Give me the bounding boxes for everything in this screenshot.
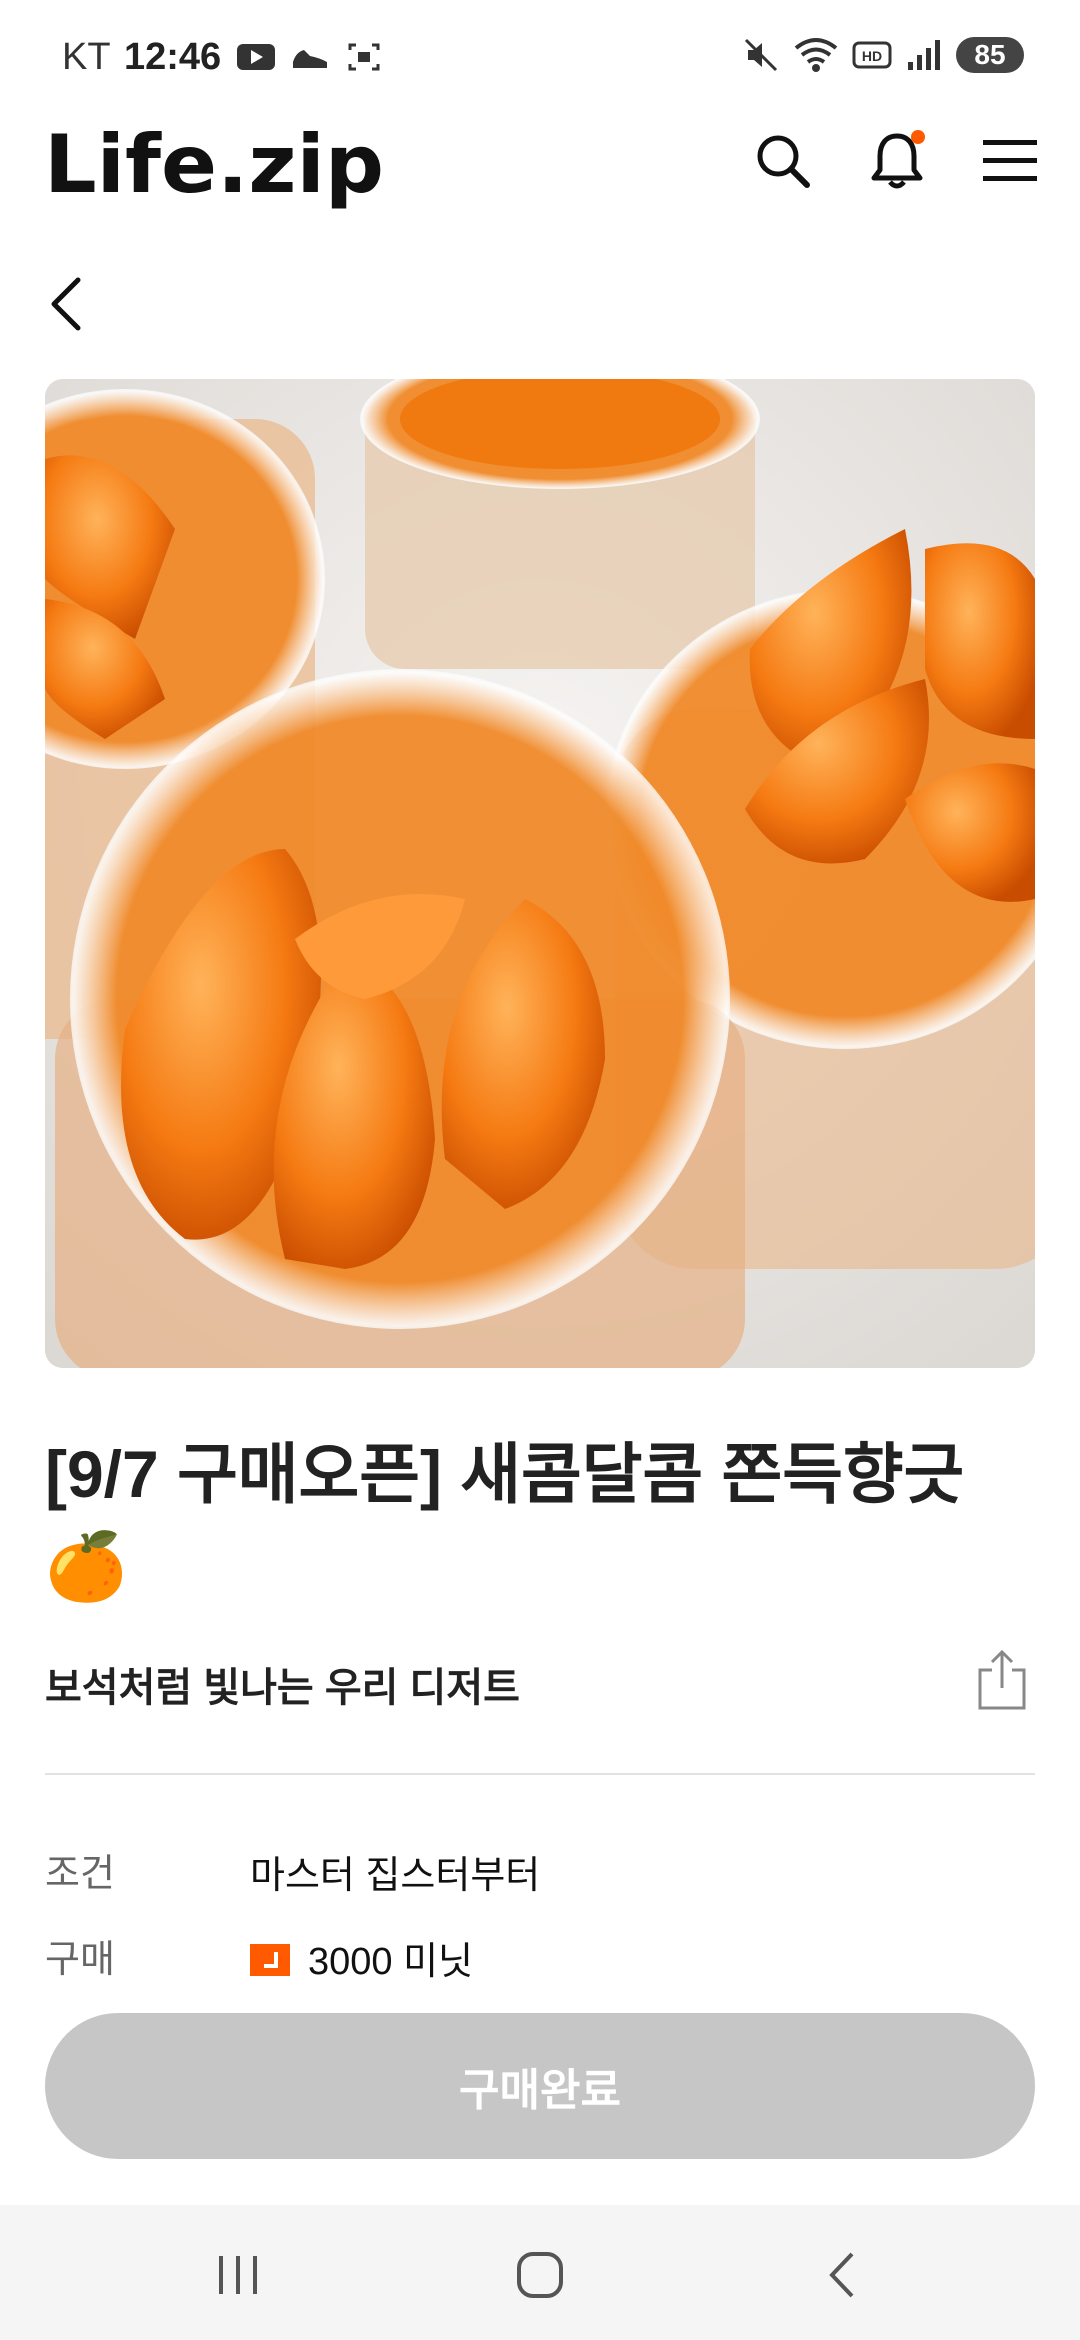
battery-indicator: 85 (956, 37, 1024, 73)
search-icon (757, 135, 810, 188)
purchase-complete-button[interactable]: 구매완료 (45, 2013, 1035, 2159)
price-value-wrap: 3000 미닛 (250, 1930, 473, 1985)
life-zip-logo[interactable]: Life.zip (44, 110, 390, 210)
recent-apps-icon (219, 2256, 257, 2294)
app-header: Life.zip (0, 110, 1080, 220)
share-icon (978, 1649, 1026, 1710)
chevron-left-icon (51, 277, 81, 331)
share-button[interactable] (972, 1648, 1032, 1712)
hamburger-menu-icon (983, 140, 1037, 181)
notification-button[interactable] (862, 126, 932, 196)
svg-text:Life.zip: Life.zip (44, 118, 384, 210)
condition-row: 조건 마스터 집스터부터 (45, 1842, 1035, 1902)
price-row: 구매 3000 미닛 (45, 1928, 1035, 1988)
svg-text:HD: HD (862, 48, 882, 64)
home-button[interactable] (500, 2245, 580, 2305)
system-back-button[interactable] (802, 2245, 882, 2305)
divider (45, 1773, 1035, 1775)
signal-icon (908, 40, 940, 70)
jar-back (360, 379, 760, 669)
status-bar: KT 12:46 HD 85 (0, 0, 1080, 110)
hd-icon: HD (852, 41, 892, 69)
back-button[interactable] (40, 268, 96, 340)
carrier-label: KT (62, 36, 111, 78)
wifi-icon (794, 38, 838, 72)
price-label: 구매 (45, 1939, 115, 1981)
recent-apps-button[interactable] (198, 2245, 278, 2305)
mute-icon (744, 38, 778, 72)
shoe-icon (293, 50, 327, 68)
condition-value: 마스터 집스터부터 (250, 1855, 541, 1897)
screenshot-icon (348, 43, 380, 71)
product-image (45, 379, 1035, 1368)
condition-label: 조건 (45, 1853, 115, 1895)
clock: 12:46 (124, 36, 222, 78)
youtube-icon (237, 44, 275, 70)
home-icon (517, 2252, 563, 2298)
search-button[interactable] (748, 126, 818, 196)
product-title: [9/7 구매오픈] 새콤달콤 쫀득향긋 🍊 (45, 1437, 965, 1603)
system-nav-bar (0, 2205, 1080, 2340)
menu-button[interactable] (975, 126, 1045, 196)
bell-icon (871, 130, 925, 189)
price-value: 3000 미닛 (308, 1941, 474, 1983)
back-icon (829, 2252, 854, 2298)
product-subtitle: 보석처럼 빛나는 우리 디저트 (45, 1666, 520, 1710)
minute-coin-icon (250, 1943, 290, 1976)
